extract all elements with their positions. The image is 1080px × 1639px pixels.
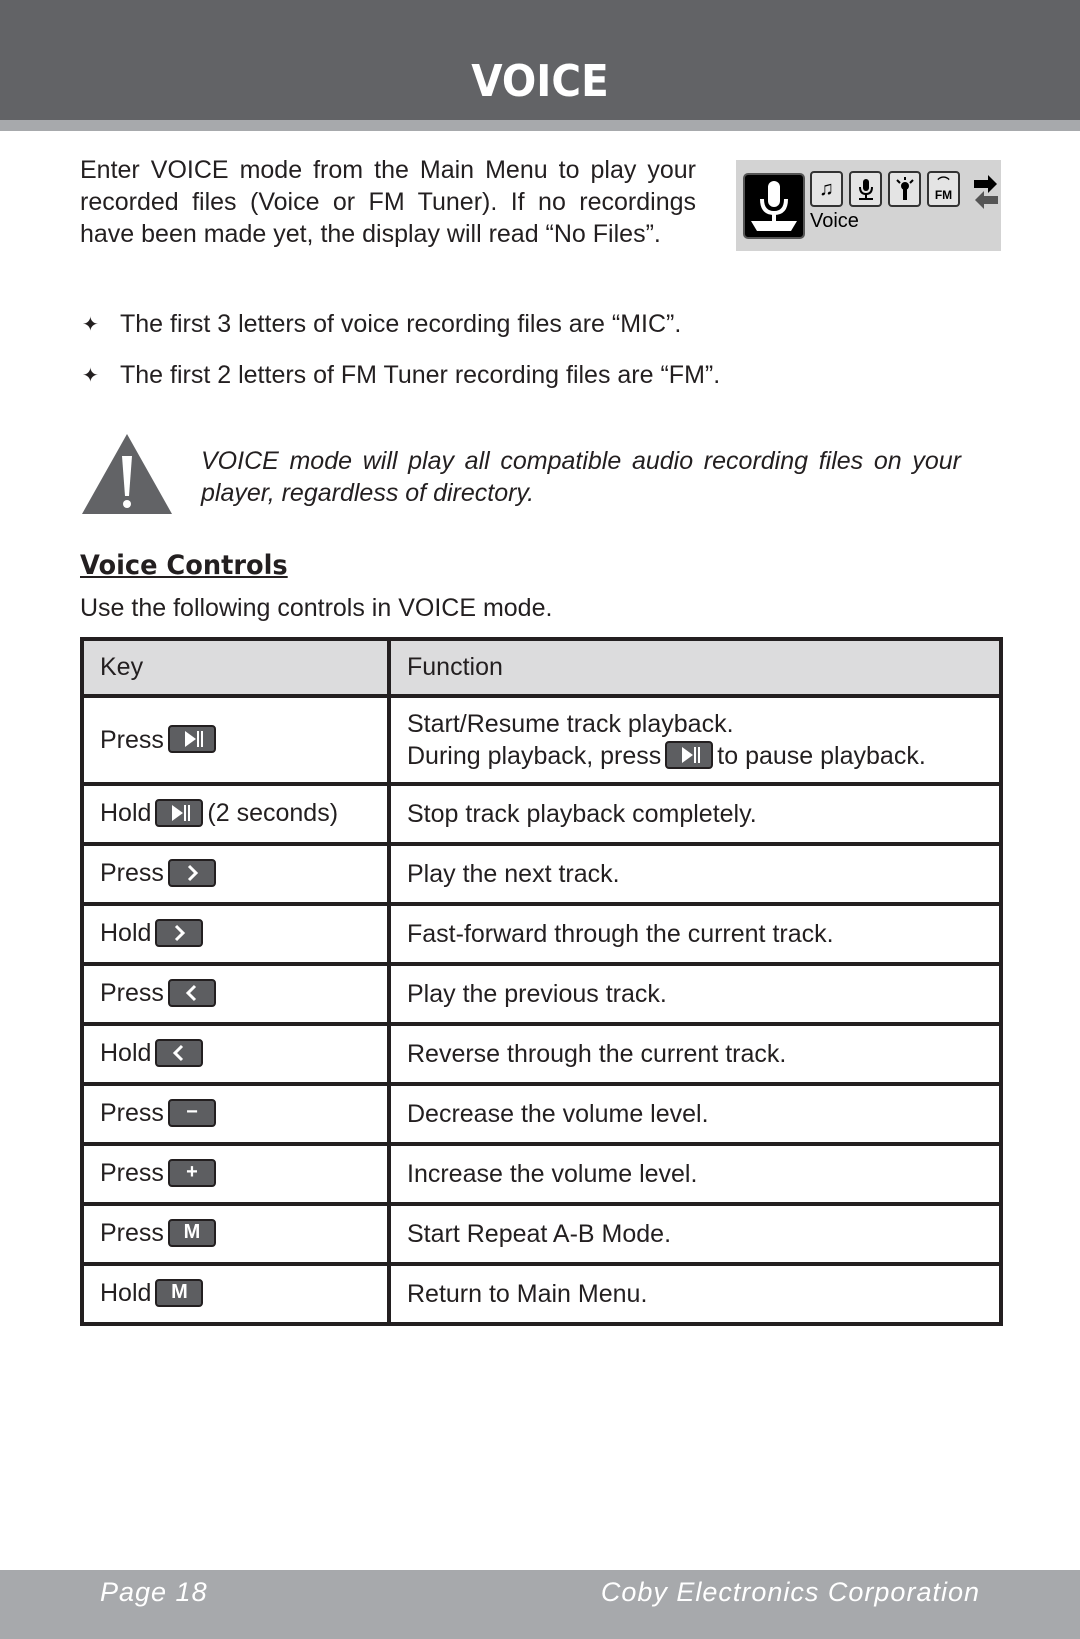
function-cell: Play the previous track.	[387, 962, 1003, 1026]
play-pause-icon	[665, 741, 714, 770]
key-cell: Press	[80, 842, 391, 906]
section-title: Voice Controls	[80, 550, 288, 581]
table-row: Hold Fast-forward through the current tra…	[80, 902, 1003, 966]
minus-icon: −	[167, 1098, 216, 1127]
function-cell: Start/Resume track playback. During playb…	[387, 694, 1003, 786]
function-cell: Increase the volume level.	[387, 1142, 1003, 1206]
table-row: Press − Decrease the volume level.	[80, 1082, 1003, 1146]
function-text: Reverse through the current track.	[407, 1039, 787, 1068]
fm-radio-icon: ⌒ FM	[927, 171, 960, 207]
function-text-line2: During playback, press to pause playback.	[407, 740, 983, 772]
header-strip	[0, 120, 1080, 131]
function-text-pre: During playback, press	[407, 742, 662, 770]
key-action: Press	[100, 1099, 164, 1128]
key-cell: Press	[80, 694, 391, 786]
table-row: Hold (2 seconds) Stop track playback compl…	[80, 782, 1003, 846]
chevron-left-icon	[155, 1038, 204, 1067]
menu-m-icon: M	[155, 1278, 204, 1307]
bullet-text: The first 3 letters of voice recording f…	[120, 310, 682, 338]
table-row: Press Play the previous track.	[80, 962, 1003, 1026]
function-text: Play the next track.	[407, 859, 620, 888]
table-row: Press Play the next track.	[80, 842, 1003, 906]
key-cell: Press +	[80, 1142, 391, 1206]
key-action: Hold	[100, 919, 152, 948]
function-cell: Start Repeat A-B Mode.	[387, 1202, 1003, 1266]
controls-table: Key Function Press Start/Resume track pla…	[80, 637, 1003, 1326]
music-note-icon: ♫	[810, 171, 843, 207]
function-text: Stop track playback completely.	[407, 799, 757, 828]
table-header-row: Key Function	[80, 637, 1003, 698]
key-action: Press	[100, 726, 164, 754]
section-subtitle: Use the following controls in VOICE mode…	[80, 594, 553, 622]
screen-label: Voice	[810, 210, 859, 232]
page-title: VOICE	[471, 56, 609, 107]
chevron-right-icon	[167, 858, 216, 887]
function-cell: Return to Main Menu.	[387, 1262, 1003, 1326]
flashlight-icon	[888, 171, 921, 207]
chevron-left-icon	[167, 978, 216, 1007]
key-action: Press	[100, 1219, 164, 1248]
function-cell: Play the next track.	[387, 842, 1003, 906]
fm-label: FM	[934, 188, 953, 202]
star-bullet-icon: ✦	[82, 365, 99, 387]
function-text: Return to Main Menu.	[407, 1279, 648, 1308]
key-suffix: (2 seconds)	[207, 799, 339, 828]
function-text: Start Repeat A-B Mode.	[407, 1219, 672, 1248]
key-action: Hold	[100, 799, 152, 828]
key-action: Hold	[100, 1039, 152, 1068]
record-icon	[849, 171, 882, 207]
function-text: Play the previous track.	[407, 979, 667, 1008]
plus-icon: +	[167, 1158, 216, 1187]
chevron-right-icon	[155, 918, 204, 947]
key-action: Press	[100, 979, 164, 1008]
function-cell: Reverse through the current track.	[387, 1022, 1003, 1086]
bullet-text: The first 2 letters of FM Tuner recordin…	[120, 361, 721, 389]
table-row: Hold Reverse through the current track.	[80, 1022, 1003, 1086]
table-row: Press Start/Resume track playback. During …	[80, 694, 1003, 786]
intro-paragraph: Enter VOICE mode from the Main Menu to p…	[80, 156, 696, 248]
function-cell: Decrease the volume level.	[387, 1082, 1003, 1146]
key-cell: Press	[80, 962, 391, 1026]
table-row: Hold M Return to Main Menu.	[80, 1262, 1003, 1326]
function-text-post: to pause playback.	[717, 742, 926, 770]
key-cell: Hold M	[80, 1262, 391, 1326]
key-cell: Hold	[80, 1022, 391, 1086]
device-screen-image: ♫ ⌒ FM Voice	[736, 160, 1001, 251]
warning-note: VOICE mode will play all compatible audi…	[201, 447, 961, 507]
table-row: Press M Start Repeat A-B Mode.	[80, 1202, 1003, 1266]
function-text: Increase the volume level.	[407, 1159, 698, 1188]
bullet-item: ✦ The first 3 letters of voice recording…	[82, 310, 681, 339]
key-cell: Hold (2 seconds)	[80, 782, 391, 846]
key-cell: Hold	[80, 902, 391, 966]
function-text: Decrease the volume level.	[407, 1099, 709, 1128]
bullet-item: ✦ The first 2 letters of FM Tuner record…	[82, 361, 720, 390]
play-pause-icon	[167, 725, 216, 754]
function-cell: Stop track playback completely.	[387, 782, 1003, 846]
play-pause-icon	[155, 798, 204, 827]
warning-icon	[80, 432, 174, 516]
key-cell: Press −	[80, 1082, 391, 1146]
page-number: Page 18	[100, 1577, 208, 1607]
key-action: Press	[100, 1159, 164, 1188]
key-cell: Press M	[80, 1202, 391, 1266]
header-function: Function	[387, 637, 1003, 698]
key-action: Press	[100, 859, 164, 888]
function-text: Fast-forward through the current track.	[407, 919, 834, 948]
star-bullet-icon: ✦	[82, 314, 99, 336]
function-text: Start/Resume track playback.	[407, 710, 734, 738]
company-name: Coby Electronics Corporation	[600, 1577, 980, 1607]
table-row: Press + Increase the volume level.	[80, 1142, 1003, 1206]
swap-arrows-icon	[974, 174, 998, 210]
microphone-icon	[743, 173, 805, 239]
function-cell: Fast-forward through the current track.	[387, 902, 1003, 966]
menu-m-icon: M	[167, 1218, 216, 1247]
header-key: Key	[80, 637, 391, 698]
key-action: Hold	[100, 1279, 152, 1308]
